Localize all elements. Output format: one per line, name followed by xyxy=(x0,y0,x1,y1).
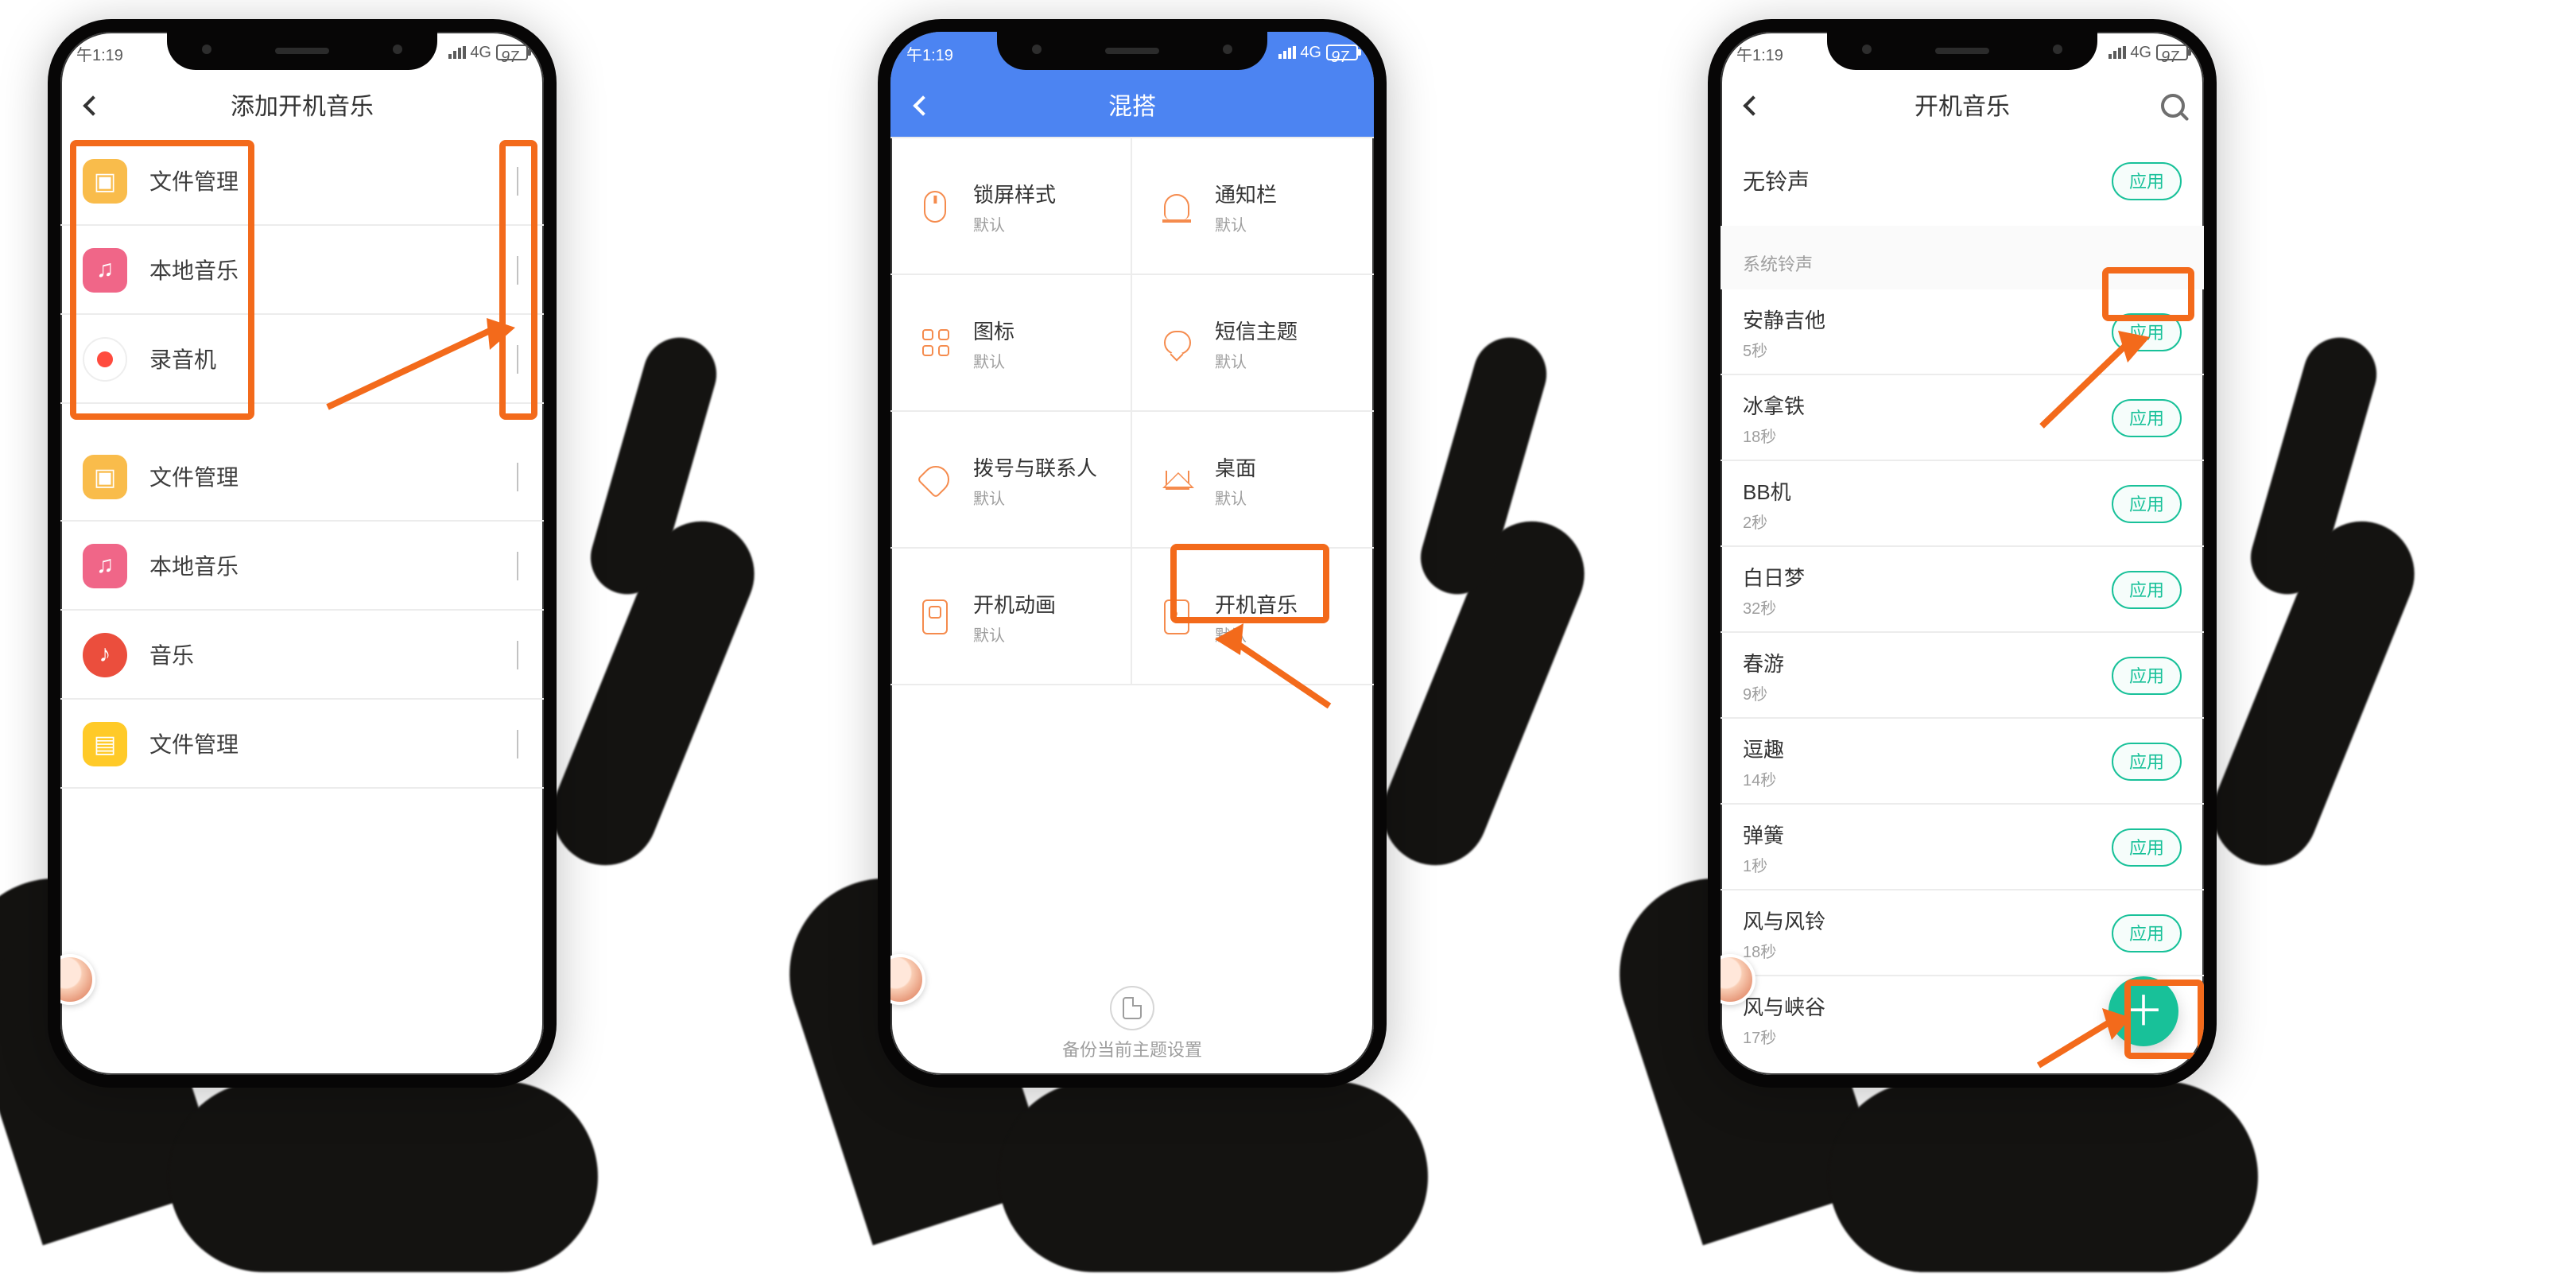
sound-row[interactable]: 弹簧 1秒 应用 xyxy=(1721,805,2204,890)
card-icon xyxy=(916,597,954,635)
home-icon xyxy=(1158,460,1196,499)
battery-icon: 97 xyxy=(2156,45,2188,60)
battery-icon: 97 xyxy=(1326,45,1358,60)
row-file-manager-2[interactable]: ▣ 文件管理 xyxy=(60,433,544,522)
cell-boot-music[interactable]: 开机音乐 默认 xyxy=(1132,549,1374,685)
apply-button[interactable]: 应用 xyxy=(2112,398,2182,436)
chevron-right-icon xyxy=(517,551,518,580)
music-icon: ♫ xyxy=(83,247,127,292)
backup-theme-button[interactable]: 备份当前主题设置 xyxy=(890,973,1374,1075)
chevron-right-icon xyxy=(517,255,518,284)
folder-icon: ▣ xyxy=(83,158,127,203)
signal-icon xyxy=(448,46,465,59)
status-net: 4G xyxy=(470,44,491,61)
apply-button[interactable]: 应用 xyxy=(2112,828,2182,866)
music-icon: ♫ xyxy=(83,543,127,588)
search-button[interactable] xyxy=(2140,73,2204,137)
status-net: 4G xyxy=(1300,44,1321,61)
sound-row[interactable]: 冰拿铁 18秒 应用 xyxy=(1721,375,2204,461)
chevron-left-icon xyxy=(912,95,932,114)
chevron-right-icon xyxy=(517,344,518,373)
back-button[interactable] xyxy=(890,73,954,137)
cell-dialer[interactable]: 拨号与联系人 默认 xyxy=(890,412,1132,549)
apply-button[interactable]: 应用 xyxy=(2112,742,2182,780)
signal-icon xyxy=(1278,46,1295,59)
music-app-icon: ♪ xyxy=(83,632,127,677)
chevron-right-icon xyxy=(517,462,518,491)
status-time: 午1:19 xyxy=(906,41,953,64)
chevron-right-icon xyxy=(517,166,518,195)
status-time: 午1:19 xyxy=(76,41,123,64)
apply-button[interactable]: 应用 xyxy=(2112,656,2182,694)
status-time: 午1:19 xyxy=(1736,41,1783,64)
record-icon xyxy=(83,336,127,381)
cell-lockscreen[interactable]: 锁屏样式 默认 xyxy=(890,138,1132,275)
chevron-right-icon xyxy=(517,640,518,669)
chevron-right-icon xyxy=(517,729,518,758)
apply-button[interactable]: 应用 xyxy=(2112,484,2182,522)
section-header: 系统铃声 xyxy=(1721,226,2204,289)
apply-button[interactable]: 应用 xyxy=(2112,570,2182,608)
cell-notification[interactable]: 通知栏 默认 xyxy=(1132,138,1374,275)
title-bar: 添加开机音乐 xyxy=(60,73,544,137)
sound-row[interactable]: 风与风铃 18秒 应用 xyxy=(1721,890,2204,976)
search-icon xyxy=(2160,93,2184,117)
cell-boot-animation[interactable]: 开机动画 默认 xyxy=(890,549,1132,685)
chevron-left-icon xyxy=(82,95,102,114)
row-local-music-2[interactable]: ♫ 本地音乐 xyxy=(60,522,544,611)
row-recorder[interactable]: 录音机 xyxy=(60,315,544,404)
signal-icon xyxy=(2108,46,2125,59)
back-button[interactable] xyxy=(60,73,124,137)
grid-icon xyxy=(916,324,954,362)
sound-list: 安静吉他 5秒 应用 冰拿铁 18秒 应用 BB机 2秒 应用 白日梦 32 xyxy=(1721,289,2204,1075)
sound-row[interactable]: 白日梦 32秒 应用 xyxy=(1721,547,2204,633)
folder-icon: ▣ xyxy=(83,454,127,499)
phone-mix-themes: 午1:19 4G 97 混搭 锁屏样式 默认 通知栏 xyxy=(878,19,1387,1088)
back-button[interactable] xyxy=(1721,73,1784,137)
chat-icon xyxy=(1158,324,1196,362)
cell-icons[interactable]: 图标 默认 xyxy=(890,275,1132,412)
cell-sms-theme[interactable]: 短信主题 默认 xyxy=(1132,275,1374,412)
bell-icon xyxy=(1158,187,1196,225)
phone-icon xyxy=(916,460,954,499)
note-icon xyxy=(1158,597,1196,635)
sound-row[interactable]: 春游 9秒 应用 xyxy=(1721,633,2204,719)
phone-boot-music: 午1:19 4G 97 开机音乐 无铃声 应用 系统铃声 xyxy=(1708,19,2217,1088)
page-title: 混搭 xyxy=(1108,88,1156,122)
row-file-manager-3[interactable]: ▤ 文件管理 xyxy=(60,700,544,789)
add-fab[interactable]: ＋ xyxy=(2109,976,2178,1046)
row-music-app[interactable]: ♪ 音乐 xyxy=(60,611,544,700)
mouse-icon xyxy=(916,187,954,225)
page-title: 添加开机音乐 xyxy=(231,88,374,122)
row-file-manager[interactable]: ▣ 文件管理 xyxy=(60,137,544,226)
row-no-ringtone[interactable]: 无铃声 应用 xyxy=(1743,137,2182,226)
document-icon xyxy=(1110,986,1154,1030)
phone-add-music: 午1:19 4G 97 添加开机音乐 ▣ 文件管理 ♫ 本地音乐 xyxy=(48,19,557,1088)
sound-row[interactable]: BB机 2秒 应用 xyxy=(1721,461,2204,547)
battery-icon: 97 xyxy=(496,45,528,60)
title-bar: 混搭 xyxy=(890,73,1374,137)
chevron-left-icon xyxy=(1742,95,1762,114)
apply-button[interactable]: 应用 xyxy=(2112,162,2182,200)
title-bar: 开机音乐 xyxy=(1721,73,2204,137)
plus-icon: ＋ xyxy=(2123,991,2164,1032)
apply-button[interactable]: 应用 xyxy=(2112,312,2182,351)
status-net: 4G xyxy=(2130,44,2151,61)
file-icon: ▤ xyxy=(83,721,127,766)
row-local-music[interactable]: ♫ 本地音乐 xyxy=(60,226,544,315)
cell-launcher[interactable]: 桌面 默认 xyxy=(1132,412,1374,549)
page-title: 开机音乐 xyxy=(1915,88,2010,122)
apply-button[interactable]: 应用 xyxy=(2112,914,2182,952)
assistant-avatar[interactable] xyxy=(48,954,95,1005)
sound-row[interactable]: 逗趣 14秒 应用 xyxy=(1721,719,2204,805)
sound-row[interactable]: 安静吉他 5秒 应用 xyxy=(1721,289,2204,375)
